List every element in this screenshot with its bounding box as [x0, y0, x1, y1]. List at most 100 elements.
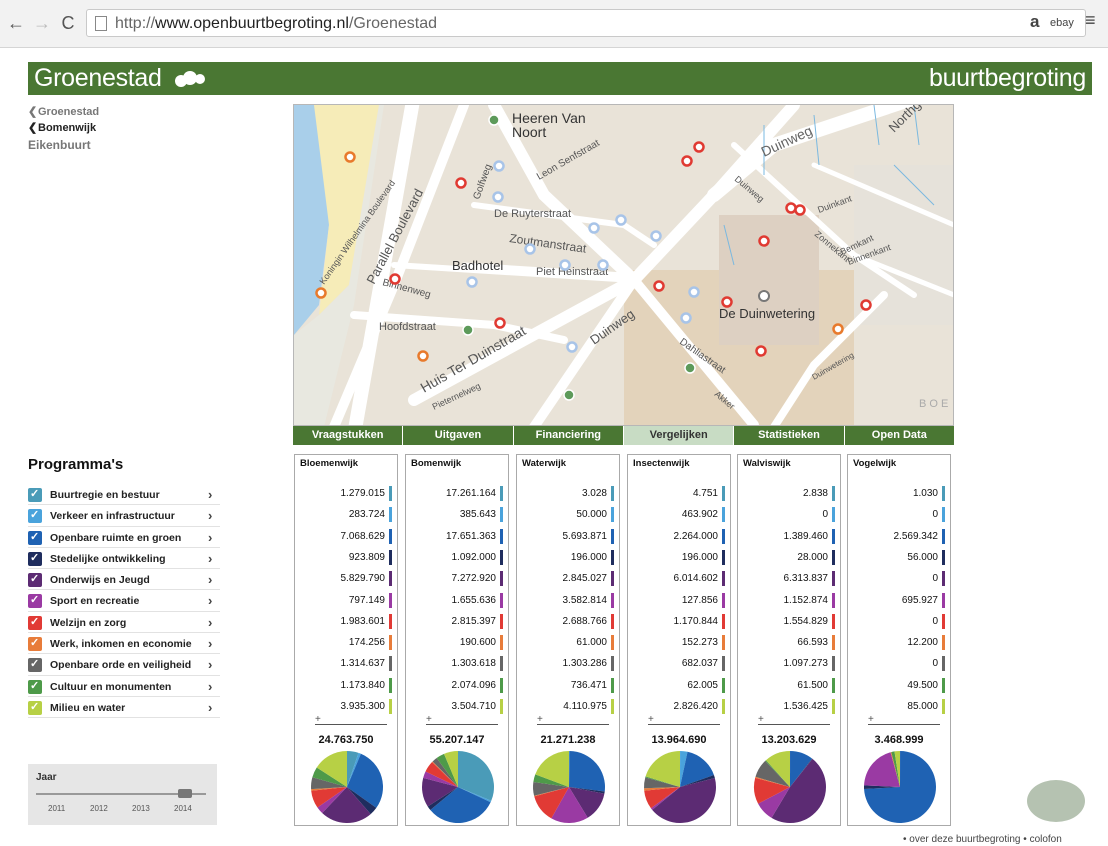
checkbox[interactable]: [28, 508, 42, 524]
year-handle[interactable]: [178, 789, 192, 798]
sum-line: [315, 724, 387, 725]
program-item[interactable]: Welzijn en zorg ›: [28, 612, 220, 634]
column-value: 1.655.636: [451, 594, 497, 606]
tab-statistieken[interactable]: Statistieken: [734, 426, 845, 445]
chevron-right-icon[interactable]: ›: [208, 636, 212, 651]
map-marker[interactable]: [615, 214, 627, 226]
chevron-right-icon[interactable]: ›: [208, 615, 212, 630]
map-marker[interactable]: [721, 296, 733, 308]
breadcrumb-groenestad[interactable]: ❮Groenestad: [28, 104, 99, 120]
map-marker[interactable]: [680, 312, 692, 324]
map-marker[interactable]: [588, 222, 600, 234]
year-tick: 2014: [174, 804, 192, 813]
checkbox[interactable]: [28, 593, 42, 609]
map-marker[interactable]: [524, 243, 536, 255]
chevron-right-icon[interactable]: ›: [208, 508, 212, 523]
forward-arrow-icon[interactable]: →: [32, 14, 52, 32]
page-icon: [95, 16, 107, 31]
map-marker[interactable]: [653, 280, 665, 292]
map-marker[interactable]: [597, 259, 609, 271]
map-marker[interactable]: [344, 151, 356, 163]
address-bar[interactable]: http://www.openbuurtbegroting.nl/Groenes…: [86, 9, 1086, 37]
tab-open-data[interactable]: Open Data: [845, 426, 954, 445]
site-title[interactable]: Groenestad: [34, 64, 162, 93]
map-canvas[interactable]: Heeren Van Noort Duinweg Parallel Boulev…: [294, 105, 954, 426]
column-value: 1.536.425: [783, 701, 829, 712]
map-marker[interactable]: [559, 259, 571, 271]
program-item[interactable]: Buurtregie en bestuur ›: [28, 484, 220, 506]
chevron-right-icon[interactable]: ›: [208, 487, 212, 502]
chevron-right-icon[interactable]: ›: [208, 572, 212, 587]
tab-financiering[interactable]: Financiering: [514, 426, 624, 445]
chevron-right-icon[interactable]: ›: [208, 679, 212, 694]
map-marker[interactable]: [466, 276, 478, 288]
program-item[interactable]: Onderwijs en Jeugd ›: [28, 569, 220, 591]
program-item[interactable]: Sport en recreatie ›: [28, 590, 220, 612]
ebay-extension-icon[interactable]: ebay: [1050, 17, 1074, 29]
program-item[interactable]: Werk, inkomen en economie ›: [28, 633, 220, 655]
program-item[interactable]: Openbare ruimte en groen ›: [28, 527, 220, 548]
checkbox[interactable]: [28, 657, 42, 673]
map-marker[interactable]: [494, 317, 506, 329]
map-marker[interactable]: [681, 155, 693, 167]
map-marker[interactable]: [493, 160, 505, 172]
checkbox[interactable]: [28, 572, 42, 588]
checkbox[interactable]: [28, 615, 42, 630]
breadcrumb-bomenwijk[interactable]: ❮Bomenwijk: [28, 120, 99, 136]
place-marker[interactable]: [758, 290, 770, 302]
program-item[interactable]: Cultuur en monumenten ›: [28, 676, 220, 697]
checkbox[interactable]: [28, 530, 42, 545]
map-marker[interactable]: [492, 191, 504, 203]
chevron-right-icon[interactable]: ›: [208, 700, 212, 715]
menu-icon[interactable]: ≡: [1085, 10, 1096, 31]
checkbox[interactable]: [28, 700, 42, 715]
color-bar: [389, 613, 392, 629]
checkbox[interactable]: [28, 551, 42, 566]
map-marker[interactable]: [389, 273, 401, 285]
chevron-right-icon[interactable]: ›: [208, 530, 212, 545]
program-item[interactable]: Verkeer en infrastructuur ›: [28, 505, 220, 527]
column-value: 2.569.342: [893, 530, 939, 542]
map-marker[interactable]: [566, 341, 578, 353]
map-marker[interactable]: [860, 299, 872, 311]
map-marker[interactable]: [455, 177, 467, 189]
chevron-right-icon[interactable]: ›: [208, 551, 212, 566]
color-bar: [942, 486, 945, 501]
map-marker[interactable]: [462, 324, 474, 336]
reload-icon[interactable]: C: [58, 14, 78, 32]
map-marker[interactable]: [755, 345, 767, 357]
tab-vergelijken[interactable]: Vergelijken: [623, 426, 735, 445]
column-value: 7.068.629: [340, 530, 386, 542]
program-item[interactable]: Milieu en water ›: [28, 697, 220, 719]
map-marker[interactable]: [688, 286, 700, 298]
chevron-right-icon[interactable]: ›: [208, 657, 212, 672]
tab-uitgaven[interactable]: Uitgaven: [403, 426, 514, 445]
column-value: 1.279.015: [340, 488, 386, 499]
chevron-right-icon[interactable]: ›: [208, 593, 212, 608]
map-marker[interactable]: [563, 389, 575, 401]
checkbox[interactable]: [28, 636, 42, 652]
map-marker[interactable]: [315, 287, 327, 299]
map-marker[interactable]: [650, 230, 662, 242]
program-item[interactable]: Openbare orde en veiligheid ›: [28, 654, 220, 676]
neighbourhood-map[interactable]: Heeren Van Noort Duinweg Parallel Boulev…: [293, 104, 954, 426]
back-arrow-icon[interactable]: ←: [6, 14, 26, 32]
tab-vraagstukken[interactable]: Vraagstukken: [293, 426, 404, 445]
map-marker[interactable]: [417, 350, 429, 362]
map-marker[interactable]: [488, 114, 500, 126]
map-marker[interactable]: [785, 202, 797, 214]
colofon-link[interactable]: colofon: [1030, 834, 1062, 845]
checkbox[interactable]: [28, 679, 42, 694]
map-marker[interactable]: [693, 141, 705, 153]
map-marker[interactable]: [794, 204, 806, 216]
map-marker[interactable]: [832, 323, 844, 335]
color-bar: [611, 571, 614, 587]
map-marker[interactable]: [684, 362, 696, 374]
program-item[interactable]: Stedelijke ontwikkeling ›: [28, 548, 220, 570]
column-value: 190.600: [459, 637, 496, 649]
checkbox[interactable]: [28, 487, 42, 502]
amazon-extension-icon[interactable]: a: [1030, 12, 1039, 32]
column-value: 1.097.273: [783, 658, 829, 670]
about-link[interactable]: over deze buurtbegroting: [909, 834, 1020, 845]
map-marker[interactable]: [758, 235, 770, 247]
